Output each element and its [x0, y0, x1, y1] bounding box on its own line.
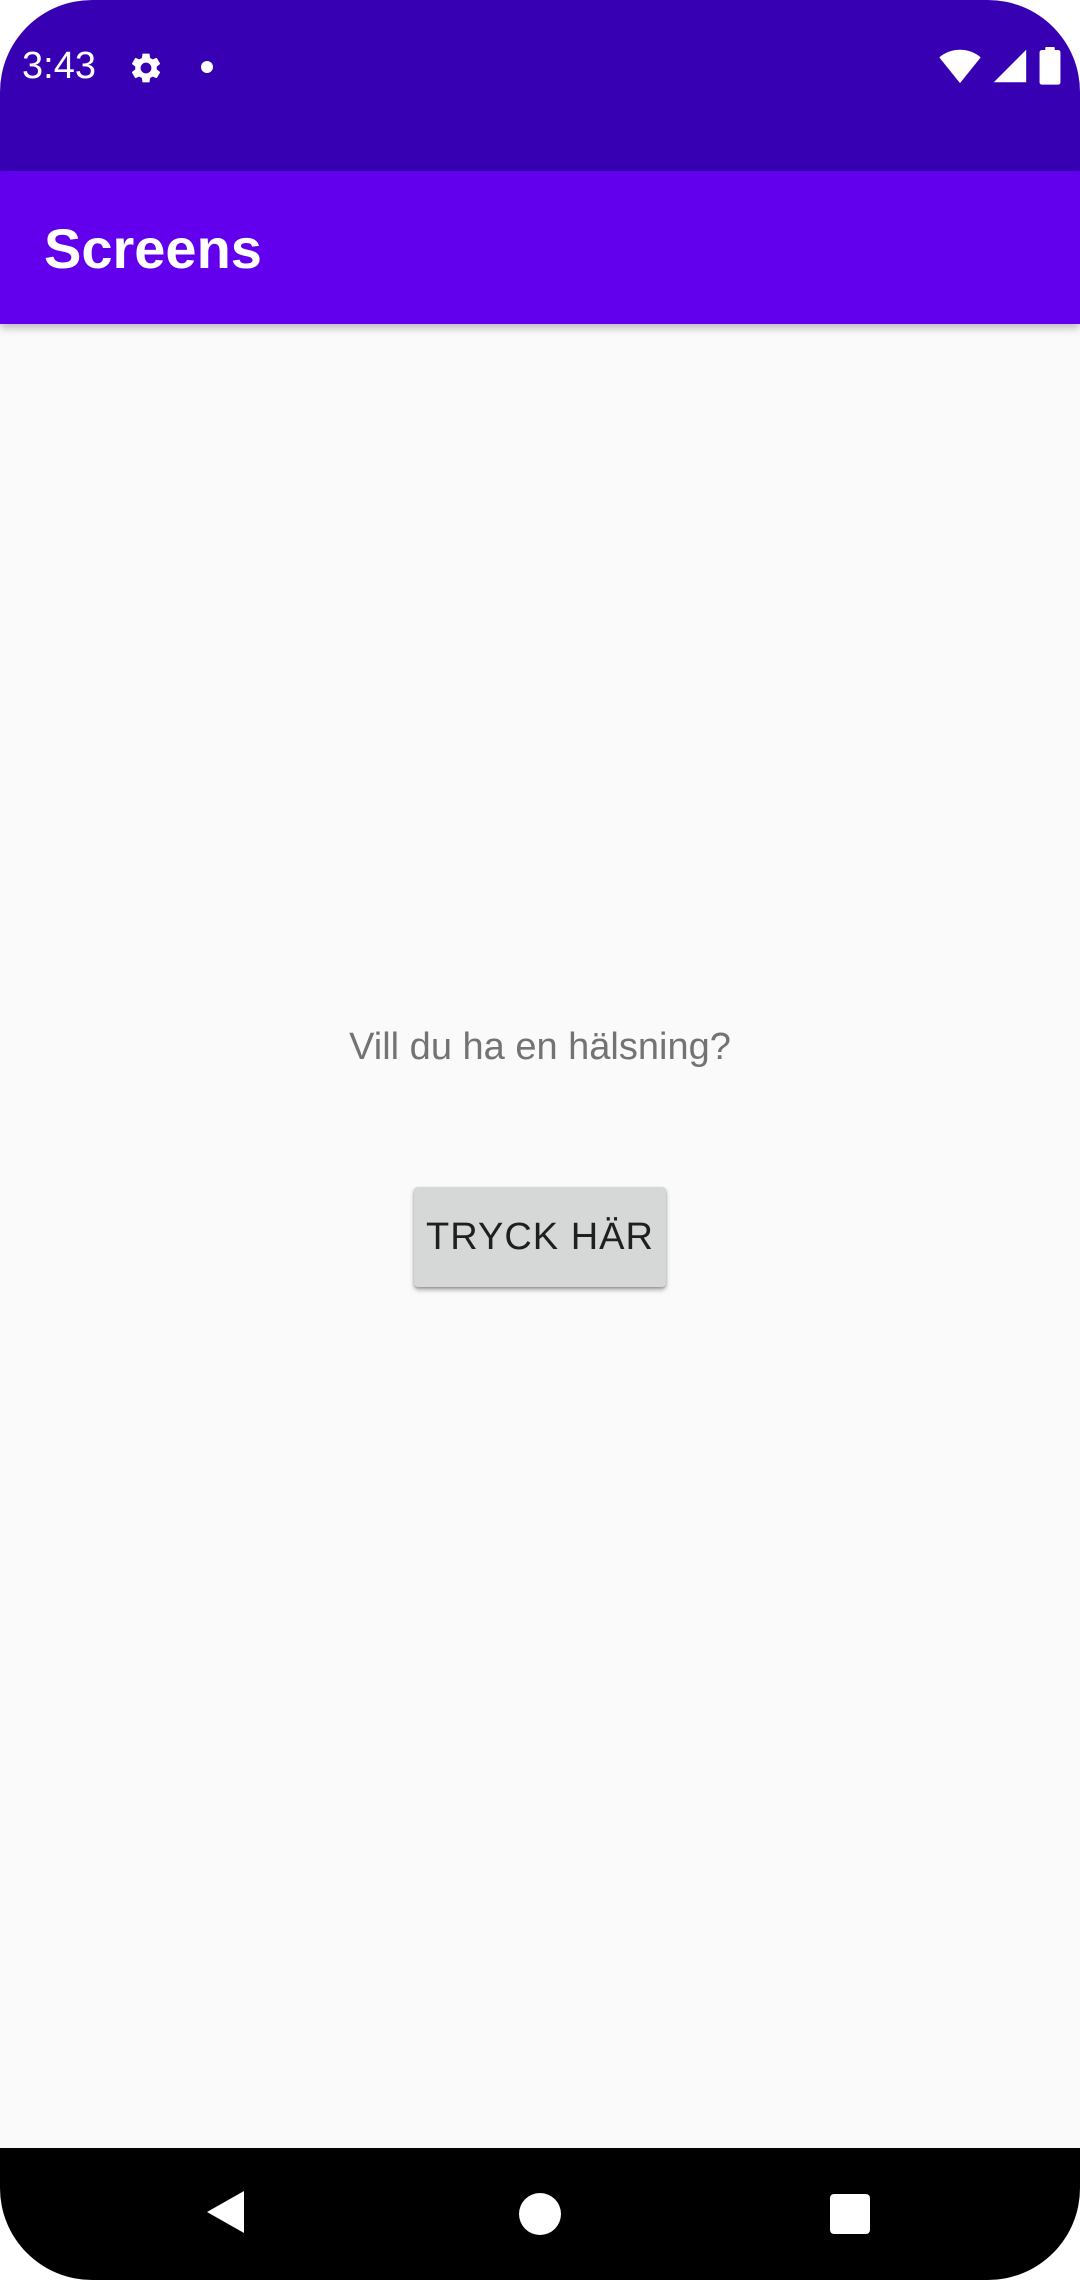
wifi-icon [938, 48, 982, 89]
back-icon [204, 2188, 248, 2241]
battery-icon [1038, 46, 1062, 90]
main-content: Vill du ha en hälsning? TRYCK HÄR [0, 324, 1080, 2148]
home-icon [519, 2193, 561, 2235]
status-time: 3:43 [22, 45, 96, 87]
tap-here-button[interactable]: TRYCK HÄR [414, 1187, 666, 1287]
phone-screen: 3:43 Screens Vill du ha en hälsning? TRY… [0, 0, 1080, 2280]
status-bar: 3:43 [0, 0, 1080, 171]
greeting-prompt: Vill du ha en hälsning? [349, 1026, 731, 1068]
recents-button[interactable] [800, 2148, 900, 2280]
navigation-bar [0, 2148, 1080, 2280]
home-button[interactable] [490, 2148, 590, 2280]
status-icons [938, 46, 1062, 90]
gear-icon [128, 50, 164, 86]
back-button[interactable] [176, 2148, 276, 2280]
notification-dot-icon [201, 61, 213, 73]
recents-icon [830, 2194, 870, 2234]
signal-icon [992, 48, 1028, 89]
app-title: Screens [44, 217, 262, 280]
app-bar: Screens [0, 171, 1080, 324]
